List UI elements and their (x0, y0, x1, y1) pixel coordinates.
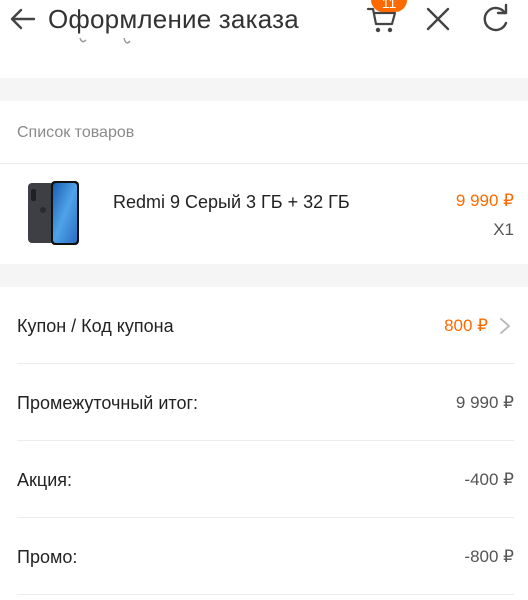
product-price: 9 990 ₽ (455, 191, 514, 210)
subtotal-row: Промежуточный итог: 9 990 ₽ (0, 364, 528, 441)
promo-row: Промо: -800 ₽ (0, 518, 528, 595)
coupon-value: 800 ₽ (444, 316, 488, 335)
back-arrow-icon[interactable] (6, 2, 40, 36)
refresh-icon[interactable] (478, 2, 512, 36)
phone-image (28, 181, 79, 245)
row-divider (17, 594, 514, 595)
subtotal-label: Промежуточный итог: (17, 393, 199, 413)
order-summary-section: Купон / Код купона 800 ₽ Промежуточный и… (0, 287, 528, 600)
page-title: Оформление заказа (48, 4, 299, 34)
product-list-label: Список товаров (17, 124, 135, 141)
cart-count-badge: 11 (371, 0, 407, 12)
promotion-row: Акция: -400 ₽ (0, 441, 528, 518)
product-name: Redmi 9 Серый 3 ГБ + 32 ГБ (113, 192, 350, 212)
app-header: Оформление заказа 11 (0, 0, 528, 78)
scrolled-address-fragment (79, 38, 131, 44)
coupon-label: Купон / Код купона (17, 316, 174, 336)
subtotal-value: 9 990 ₽ (455, 393, 514, 412)
promotion-label: Акция: (17, 470, 72, 490)
close-icon[interactable] (422, 3, 454, 35)
product-quantity: X1 (493, 220, 514, 239)
section-divider (0, 163, 528, 164)
promo-value: -800 ₽ (464, 547, 514, 566)
promotion-value: -400 ₽ (464, 470, 514, 489)
product-list-section: Список товаров Redmi 9 Серый 3 ГБ + 32 Г… (0, 101, 528, 264)
promo-label: Промо: (17, 547, 78, 567)
coupon-row[interactable]: Купон / Код купона 800 ₽ (0, 287, 528, 364)
chevron-right-icon (500, 318, 510, 334)
